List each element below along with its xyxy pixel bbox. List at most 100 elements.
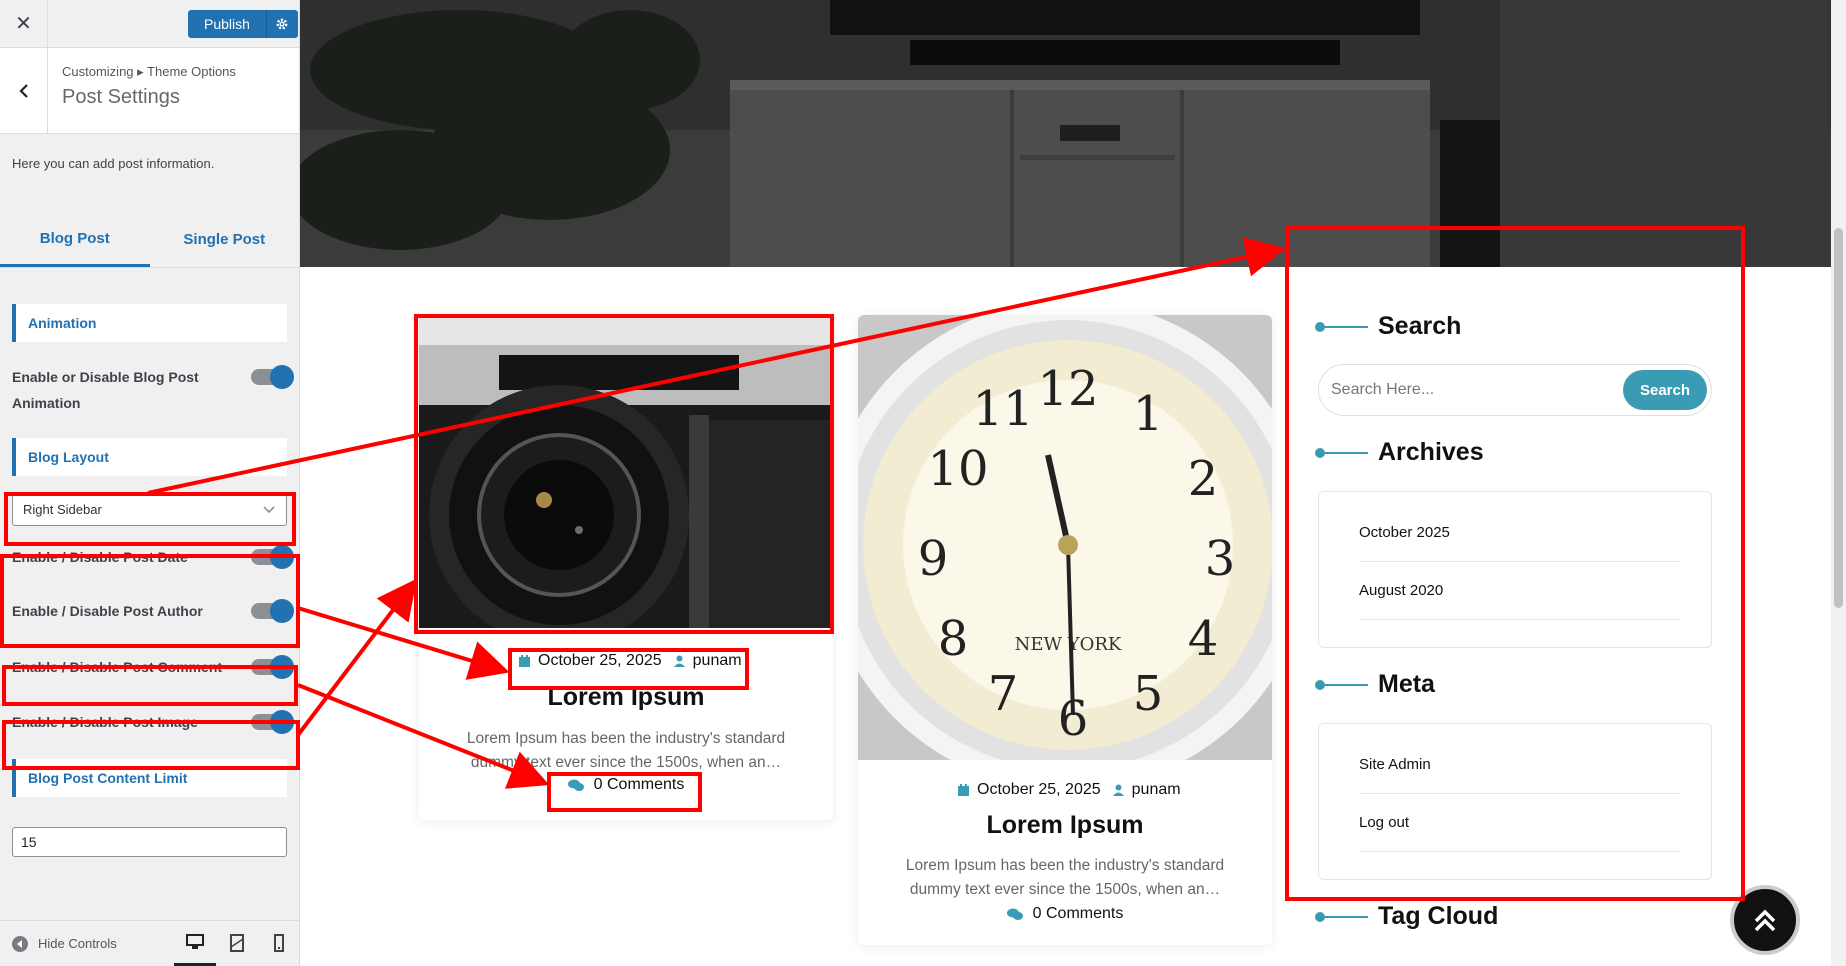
- meta-list: Site Admin Log out: [1318, 723, 1712, 880]
- search-widget-title: Search: [1315, 312, 1461, 341]
- svg-text:2: 2: [1188, 451, 1219, 507]
- site-admin-link[interactable]: Site Admin: [1359, 736, 1681, 794]
- svg-text:11: 11: [972, 381, 1033, 437]
- close-customizer-button[interactable]: ✕: [0, 0, 48, 48]
- animation-toggle[interactable]: [251, 365, 294, 389]
- post-date-toggle-label: Enable / Disable Post Date: [12, 549, 188, 565]
- archive-link[interactable]: October 2025: [1359, 504, 1681, 562]
- svg-text:8: 8: [938, 611, 969, 667]
- svg-text:5: 5: [1133, 666, 1164, 722]
- chevron-left-icon: [18, 83, 28, 98]
- comments-icon: [1006, 908, 1023, 920]
- site-preview: October 25, 2025 punam Lorem Ipsum Lorem…: [300, 0, 1831, 966]
- post-card: 12 1 2 3 4 5 6 7 8 9 10 11 NEW YORK Octo…: [858, 315, 1272, 945]
- hide-controls-label: Hide Controls: [38, 936, 117, 951]
- post-date-toggle-row: Enable / Disable Post Date: [0, 544, 299, 570]
- blog-layout-select[interactable]: Right Sidebar: [12, 492, 287, 526]
- tablet-icon: [230, 934, 244, 952]
- blog-layout-value: Right Sidebar: [23, 501, 102, 517]
- tagcloud-widget-title: Tag Cloud: [1315, 902, 1498, 931]
- post-image-toggle-row: Enable / Disable Post Image: [0, 709, 299, 735]
- post-excerpt: Lorem Ipsum has been the industry's stan…: [905, 857, 1225, 898]
- post-date[interactable]: October 25, 2025: [977, 781, 1101, 799]
- breadcrumb: Customizing ▸ Theme Options: [62, 64, 236, 79]
- calendar-icon: [519, 655, 530, 667]
- post-author-toggle-label: Enable / Disable Post Author: [12, 603, 203, 619]
- post-comment-toggle-label: Enable / Disable Post Comment: [12, 659, 223, 675]
- desktop-preview-button[interactable]: [174, 920, 216, 966]
- svg-text:1: 1: [1133, 386, 1164, 442]
- customizer-sidebar: ✕ Publish Customizing ▸ Theme Options Po…: [0, 0, 300, 966]
- section-description: Here you can add post information.: [12, 156, 215, 171]
- hide-controls-button[interactable]: Hide Controls: [12, 935, 117, 952]
- tab-blog-post[interactable]: Blog Post: [0, 212, 150, 267]
- desktop-icon: [186, 933, 204, 949]
- svg-text:10: 10: [927, 441, 988, 497]
- collapse-icon: [12, 935, 28, 952]
- svg-text:3: 3: [1205, 531, 1236, 587]
- customizer-topbar: ✕ Publish: [0, 0, 299, 48]
- double-chevron-up-icon: [1754, 909, 1776, 932]
- publish-settings-button[interactable]: [265, 10, 298, 38]
- post-excerpt: Lorem Ipsum has been the industry's stan…: [466, 730, 786, 771]
- chevron-down-icon: [263, 506, 275, 514]
- content-limit-input[interactable]: 15: [12, 827, 287, 857]
- post-image-clock[interactable]: 12 1 2 3 4 5 6 7 8 9 10 11 NEW YORK: [858, 315, 1272, 790]
- publish-group: Publish: [188, 10, 298, 38]
- blog-layout-heading: Blog Layout: [12, 438, 287, 476]
- gear-icon: [276, 18, 288, 30]
- search-button[interactable]: Search: [1623, 370, 1707, 410]
- mobile-icon: [274, 934, 284, 952]
- post-author-toggle-row: Enable / Disable Post Author: [0, 598, 299, 624]
- svg-text:7: 7: [988, 666, 1019, 722]
- post-comment-toggle-row: Enable / Disable Post Comment: [0, 654, 299, 680]
- search-form: Search Here... Search: [1318, 364, 1712, 416]
- post-comments[interactable]: 0 Comments: [858, 905, 1272, 923]
- log-out-link[interactable]: Log out: [1359, 794, 1681, 852]
- customizer-footer: Hide Controls: [0, 920, 299, 966]
- post-image-toggle[interactable]: [251, 710, 294, 734]
- comments-icon: [567, 779, 584, 791]
- archive-link[interactable]: August 2020: [1359, 562, 1681, 620]
- svg-text:12: 12: [1037, 361, 1098, 417]
- user-icon: [673, 655, 685, 667]
- post-title[interactable]: Lorem Ipsum: [858, 811, 1272, 840]
- svg-text:9: 9: [918, 531, 949, 587]
- page-scrollbar[interactable]: [1831, 0, 1846, 966]
- section-header: Customizing ▸ Theme Options Post Setting…: [0, 48, 299, 134]
- post-date[interactable]: October 25, 2025: [538, 652, 662, 670]
- tab-single-post[interactable]: Single Post: [150, 212, 300, 267]
- post-card: October 25, 2025 punam Lorem Ipsum Lorem…: [419, 315, 833, 820]
- post-tabs: Blog Post Single Post: [0, 212, 299, 268]
- post-image-toggle-label: Enable / Disable Post Image: [12, 714, 198, 730]
- publish-button[interactable]: Publish: [188, 10, 266, 38]
- post-meta: October 25, 2025 punam: [519, 652, 742, 670]
- animation-toggle-row: Enable or Disable Blog Post Animation: [0, 364, 299, 416]
- section-title: Post Settings: [62, 86, 180, 108]
- device-switcher: [174, 920, 299, 966]
- close-icon: ✕: [15, 13, 32, 35]
- user-icon: [1112, 784, 1124, 796]
- post-image-camera[interactable]: [419, 315, 833, 645]
- calendar-icon: [958, 784, 969, 796]
- post-date-toggle[interactable]: [251, 545, 294, 569]
- post-title[interactable]: Lorem Ipsum: [419, 683, 833, 712]
- post-author[interactable]: punam: [693, 652, 742, 670]
- search-input[interactable]: Search Here...: [1331, 381, 1434, 399]
- archives-list: October 2025 August 2020: [1318, 491, 1712, 648]
- post-meta: October 25, 2025 punam: [958, 781, 1181, 799]
- mobile-preview-button[interactable]: [258, 920, 299, 966]
- post-author-toggle[interactable]: [251, 599, 294, 623]
- meta-widget-title: Meta: [1315, 670, 1435, 699]
- animation-heading: Animation: [12, 304, 287, 342]
- post-author[interactable]: punam: [1132, 781, 1181, 799]
- post-comments[interactable]: 0 Comments: [419, 776, 833, 794]
- scroll-to-top-button[interactable]: [1730, 885, 1800, 955]
- animation-toggle-label: Enable or Disable Blog Post Animation: [12, 369, 199, 411]
- post-comments-count: 0 Comments: [593, 776, 685, 793]
- svg-text:4: 4: [1188, 611, 1219, 667]
- post-comment-toggle[interactable]: [251, 655, 294, 679]
- archives-widget-title: Archives: [1315, 438, 1484, 467]
- back-button[interactable]: [0, 48, 48, 133]
- tablet-preview-button[interactable]: [216, 920, 258, 966]
